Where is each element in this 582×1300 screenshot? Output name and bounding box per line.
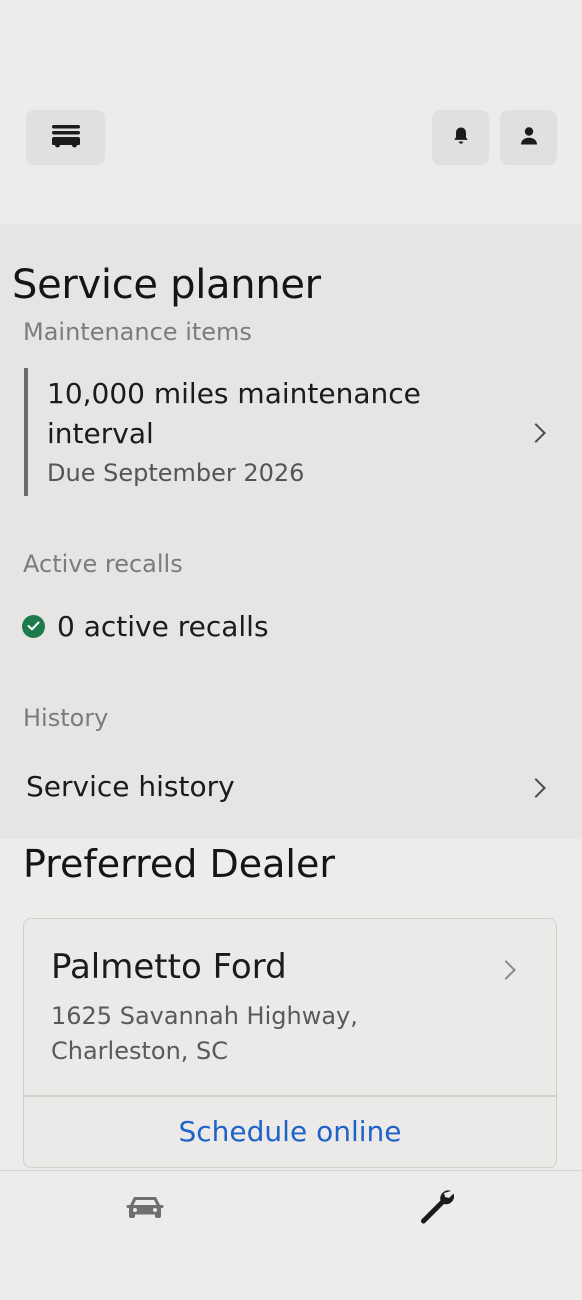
notifications-button[interactable] bbox=[432, 110, 489, 165]
nav-service-tab[interactable] bbox=[412, 1189, 462, 1229]
service-planner-panel: Service planner Maintenance items 10,000… bbox=[0, 224, 582, 839]
user-icon bbox=[520, 126, 538, 150]
maintenance-item[interactable]: 10,000 miles maintenance interval Due Se… bbox=[24, 368, 554, 496]
bell-icon bbox=[453, 126, 469, 150]
vehicle-menu-button[interactable] bbox=[26, 110, 105, 165]
chevron-right-icon bbox=[526, 778, 546, 798]
active-recalls-label: Active recalls bbox=[23, 550, 183, 578]
history-label: History bbox=[23, 704, 109, 732]
recalls-count-text: 0 active recalls bbox=[57, 609, 269, 643]
wrench-icon bbox=[417, 1187, 457, 1231]
bottom-navigation bbox=[0, 1170, 582, 1300]
dealer-card[interactable]: Palmetto Ford 1625 Savannah Highway, Cha… bbox=[23, 918, 557, 1168]
page-title: Service planner bbox=[12, 262, 321, 308]
service-history-label: Service history bbox=[26, 770, 235, 803]
maintenance-item-title: 10,000 miles maintenance interval bbox=[47, 377, 421, 450]
profile-button[interactable] bbox=[500, 110, 557, 165]
service-page: Service planner Maintenance items 10,000… bbox=[0, 0, 582, 1300]
preferred-dealer-heading: Preferred Dealer bbox=[23, 842, 335, 886]
schedule-online-link[interactable]: Schedule online bbox=[24, 1115, 556, 1148]
recalls-status: 0 active recalls bbox=[22, 608, 269, 644]
maintenance-item-accent-bar bbox=[24, 368, 28, 496]
nav-vehicle-tab[interactable] bbox=[120, 1189, 170, 1229]
maintenance-items-label: Maintenance items bbox=[23, 318, 252, 346]
divider bbox=[24, 1095, 556, 1097]
check-circle-icon bbox=[22, 614, 45, 638]
chevron-right-icon bbox=[526, 423, 546, 443]
chevron-right-icon bbox=[496, 960, 516, 980]
dealer-name: Palmetto Ford bbox=[51, 947, 287, 987]
maintenance-item-due: Due September 2026 bbox=[47, 459, 305, 487]
car-icon bbox=[126, 1194, 164, 1224]
vehicle-menu-icon bbox=[51, 123, 81, 153]
dealer-address: 1625 Savannah Highway, Charleston, SC bbox=[51, 1002, 358, 1065]
service-history-link[interactable]: Service history bbox=[0, 762, 582, 812]
